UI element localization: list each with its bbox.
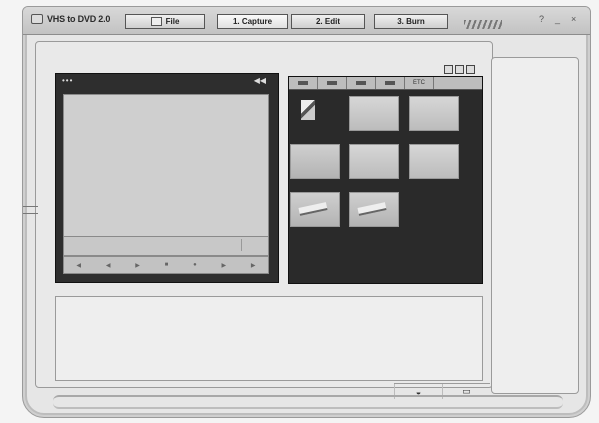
app-title-text: VHS to DVD 2.0 (47, 14, 111, 24)
side-handle[interactable] (23, 206, 38, 214)
record-icon[interactable]: ● (193, 262, 197, 268)
main-panel: ••• ◀◀ ◀ ◀ ▶ ■ ● ▶ ▶ ETC ◒ ▭ (23, 41, 493, 399)
view-detail-icon[interactable] (466, 65, 475, 74)
bottom-rail (53, 395, 563, 409)
info-area (55, 296, 483, 381)
tab-file[interactable]: File (125, 14, 205, 29)
image-icon (327, 81, 337, 85)
logo-icon (31, 14, 43, 24)
view-grid-icon[interactable] (444, 65, 453, 74)
tab-edit-label: 2. Edit (315, 17, 340, 26)
clip-tool-image[interactable] (318, 77, 347, 89)
preview-menu-dots[interactable]: ••• (62, 76, 73, 85)
clip-image (298, 202, 328, 216)
tab-burn[interactable]: 3. Burn (374, 14, 448, 29)
tab-edit[interactable]: 2. Edit (291, 14, 365, 29)
app-window: VHS to DVD 2.0 File 1. Capture 2. Edit 3… (22, 6, 591, 418)
effect-icon (385, 81, 395, 85)
clip-thumbnail[interactable] (409, 144, 459, 179)
clip-tool-effect[interactable] (376, 77, 405, 89)
folder-icon (150, 17, 162, 26)
clip-toolbar: ETC (289, 77, 482, 90)
play-icon[interactable]: ▶ (135, 262, 140, 269)
tab-capture[interactable]: 1. Capture (217, 14, 288, 29)
clip-tool-video[interactable] (289, 77, 318, 89)
clip-thumbnail[interactable] (349, 144, 399, 179)
transition-icon (356, 81, 366, 85)
close-button[interactable]: × (571, 14, 576, 24)
rewind-icon[interactable]: ◀ (76, 262, 81, 269)
tab-file-label: File (165, 17, 180, 26)
tab-burn-label: 3. Burn (397, 17, 425, 26)
seek-bar[interactable] (63, 236, 269, 256)
title-bar: VHS to DVD 2.0 File 1. Capture 2. Edit 3… (23, 7, 590, 35)
transport-controls: ◀ ◀ ▶ ■ ● ▶ ▶ (63, 256, 269, 274)
prev-icon[interactable]: ◀ (106, 262, 111, 269)
side-panel (491, 57, 579, 394)
clip-thumbnail[interactable] (349, 192, 399, 227)
clip-image (357, 202, 387, 216)
clip-tool-etc[interactable]: ETC (405, 77, 434, 89)
speaker-icon[interactable]: ◀◀ (254, 76, 266, 85)
clip-image (301, 100, 315, 120)
view-list-icon[interactable] (455, 65, 464, 74)
forward-icon[interactable]: ▶ (251, 262, 256, 269)
app-title: VHS to DVD 2.0 (31, 14, 110, 24)
clip-library-panel: ETC (288, 76, 483, 284)
help-button[interactable]: ? (539, 14, 544, 24)
next-icon[interactable]: ▶ (222, 262, 227, 269)
clip-tool-transition[interactable] (347, 77, 376, 89)
clip-thumbnail[interactable] (409, 96, 459, 131)
time-display (241, 239, 266, 251)
video-preview-panel: ••• ◀◀ ◀ ◀ ▶ ■ ● ▶ ▶ (55, 73, 279, 283)
minimize-button[interactable]: _ (555, 14, 560, 24)
video-screen (63, 94, 269, 237)
stop-icon[interactable]: ■ (165, 262, 169, 268)
clip-thumbnail[interactable] (290, 192, 340, 227)
clip-thumbnail[interactable] (295, 96, 315, 129)
clip-thumbnail[interactable] (349, 96, 399, 131)
tab-capture-label: 1. Capture (232, 17, 273, 26)
film-icon (298, 81, 308, 85)
decorative-stripes (464, 20, 502, 29)
view-toggle-group (444, 65, 475, 74)
clip-thumbnail[interactable] (290, 144, 340, 179)
